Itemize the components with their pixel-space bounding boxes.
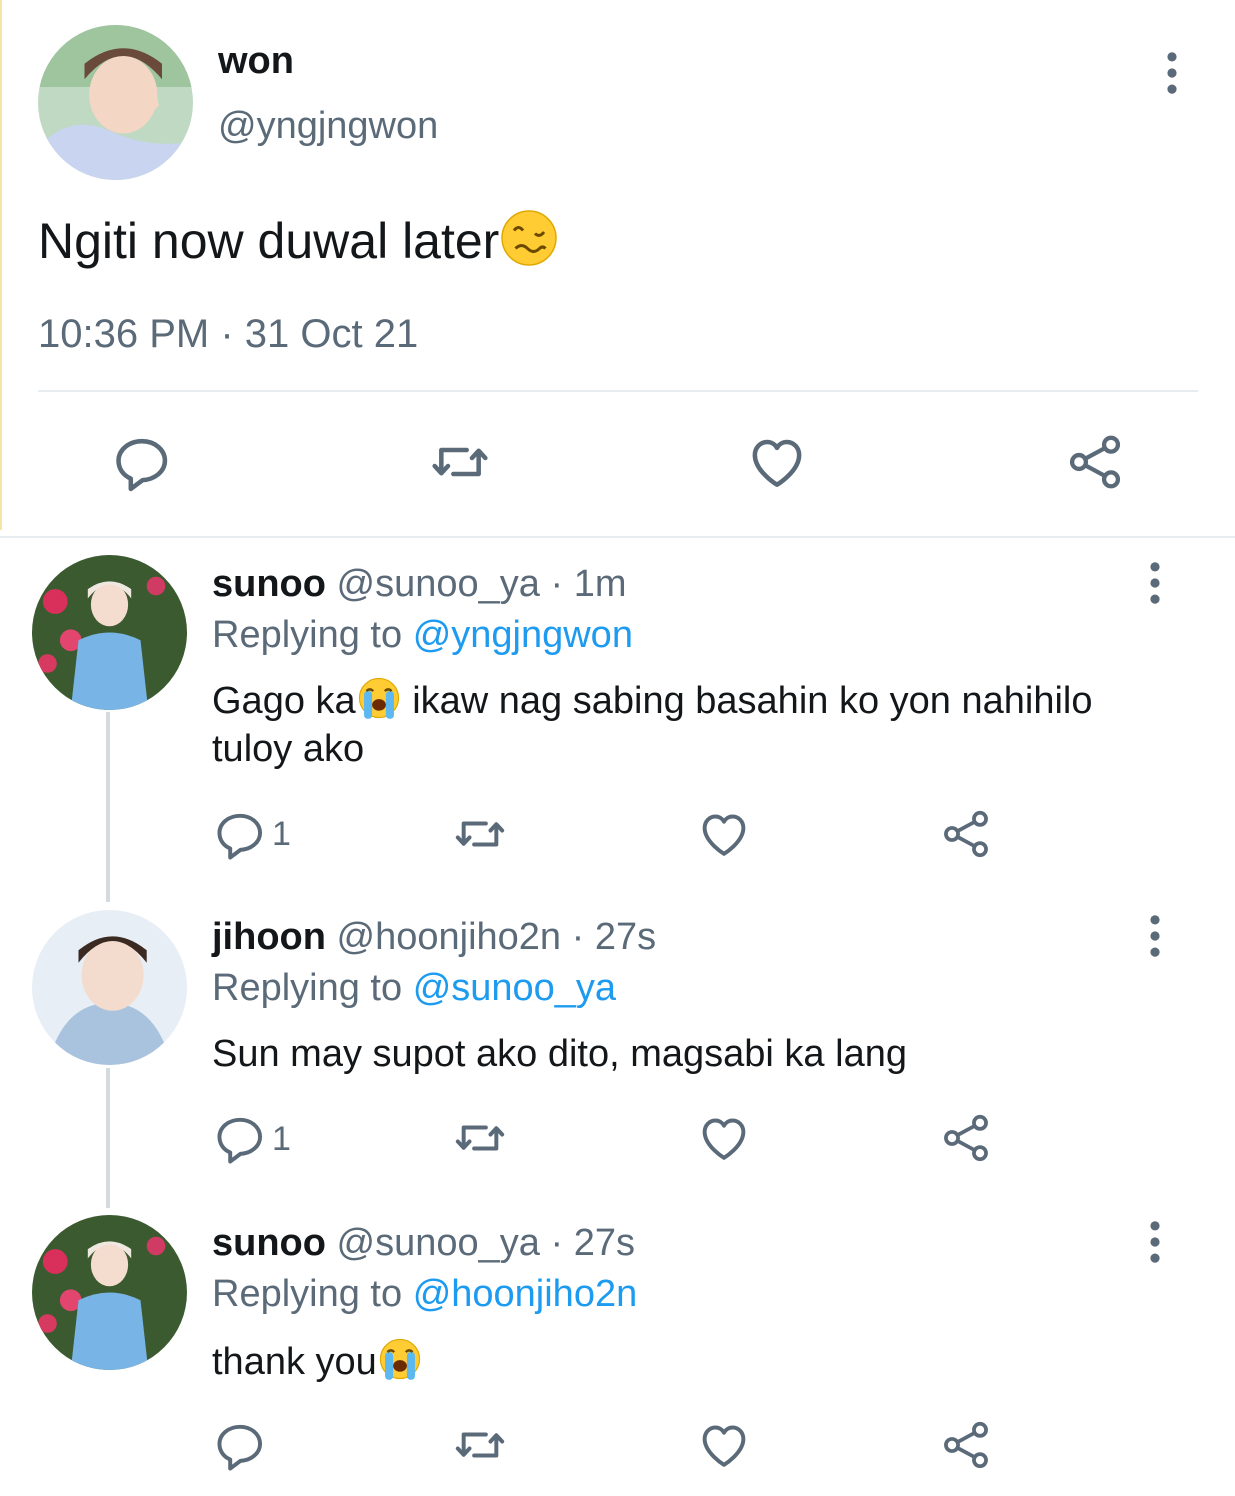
more-options-icon[interactable] [1133,560,1177,610]
reply-text: Gago ka ikaw nag sabing basahin ko yon n… [212,675,1112,773]
avatar[interactable] [32,555,187,710]
replying-to-label: Replying to [212,614,403,656]
profile-photo-jihoon [32,910,187,1065]
reply-text: thank you [212,1336,1112,1386]
replying-to: Replying to @sunoo_ya [212,967,616,1010]
profile-photo-sunoo [32,1215,187,1370]
more-options-icon[interactable] [1133,913,1177,963]
author-handle-time[interactable]: @hoonjiho2n · 27s [337,916,657,958]
like-icon[interactable] [745,430,809,494]
more-options-icon[interactable] [1133,1219,1177,1269]
author-display-name[interactable]: sunoo [212,1222,326,1264]
tweet-timestamp: 10:36 PM · 31 Oct 21 [38,312,419,356]
retweet-icon[interactable] [452,1110,508,1166]
like-icon[interactable] [696,1110,752,1166]
share-icon[interactable] [938,1110,994,1166]
replying-to-label: Replying to [212,1273,403,1315]
reply-text-part1: Sun may supot ako dito, magsabi ka lang [212,1033,907,1075]
avatar[interactable] [32,1215,187,1370]
replying-to-link[interactable]: @hoonjiho2n [413,1273,638,1315]
avatar[interactable] [32,910,187,1065]
reply-text: Sun may supot ako dito, magsabi ka lang [212,1030,1112,1078]
reply-text-part1: thank you [212,1341,377,1383]
left-accent-bar [0,0,2,530]
tweet-text-content: Ngiti now duwal later [38,213,500,269]
tweet-text: Ngiti now duwal later [38,208,559,270]
author-display-name[interactable]: won [218,40,294,83]
loudly-crying-face-emoji [377,1336,423,1382]
woozy-face-emoji [499,208,559,268]
author-handle-time[interactable]: @sunoo_ya · 1m [337,563,627,605]
replying-to-label: Replying to [212,967,403,1009]
loudly-crying-face-emoji [356,675,402,721]
thread-line [106,712,110,902]
thread-line [106,1068,110,1208]
like-icon[interactable] [696,1417,752,1473]
author-handle[interactable]: @yngjngwon [218,105,438,148]
author-handle-time[interactable]: @sunoo_ya · 27s [337,1222,635,1264]
reply-header: sunoo @sunoo_ya · 27s [212,1222,635,1265]
replying-to: Replying to @yngjngwon [212,614,633,657]
reply-icon[interactable] [110,430,174,494]
retweet-icon[interactable] [452,806,508,862]
reply-icon[interactable] [212,1417,268,1473]
retweet-icon[interactable] [428,430,492,494]
author-display-name[interactable]: sunoo [212,563,326,605]
reply-count: 1 [272,815,291,853]
author-display-name[interactable]: jihoon [212,916,326,958]
reply-icon[interactable] [212,1110,268,1166]
replying-to-link[interactable]: @yngjngwon [413,614,633,656]
divider [0,536,1235,538]
retweet-icon[interactable] [452,1417,508,1473]
share-icon[interactable] [938,806,994,862]
share-icon[interactable] [1063,430,1127,494]
profile-photo-sunoo [32,555,187,710]
reply-icon[interactable] [212,806,268,862]
replying-to: Replying to @hoonjiho2n [212,1273,637,1316]
more-options-icon[interactable] [1150,50,1194,100]
reply-count: 1 [272,1120,291,1158]
reply-header: jihoon @hoonjiho2n · 27s [212,916,656,959]
replying-to-link[interactable]: @sunoo_ya [413,967,616,1009]
avatar[interactable] [38,25,193,180]
reply-header: sunoo @sunoo_ya · 1m [212,563,626,606]
reply-text-part1: Gago ka [212,680,356,722]
like-icon[interactable] [696,806,752,862]
divider [38,390,1198,392]
share-icon[interactable] [938,1417,994,1473]
profile-photo-won [38,25,193,180]
